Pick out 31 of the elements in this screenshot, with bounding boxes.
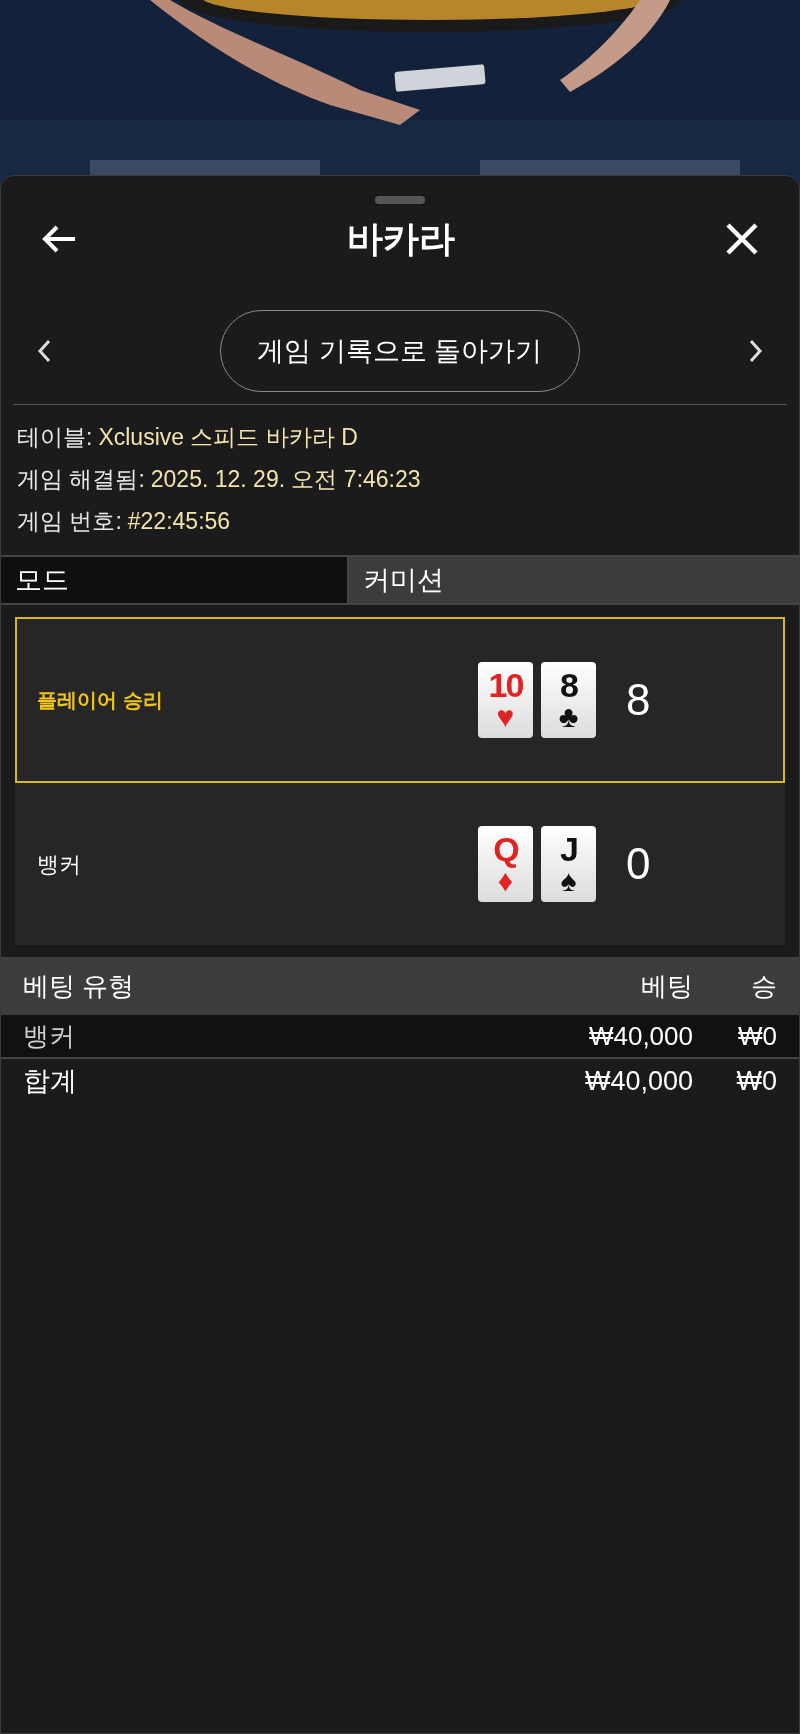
info-value: 2025. 12. 29. 오전 7:46:23 bbox=[150, 465, 421, 493]
column-header: 베팅 bbox=[640, 969, 693, 1003]
table-cell-text: ₩40,000 bbox=[583, 1064, 693, 1098]
close-icon[interactable] bbox=[725, 222, 759, 256]
table-cell-text: ₩40,000 bbox=[587, 1019, 693, 1053]
mode-value: 커미션 bbox=[347, 557, 799, 603]
hand-score: 0 bbox=[626, 838, 651, 890]
info-value: #22:45:56 bbox=[127, 507, 231, 535]
hand-label: 뱅커 bbox=[37, 850, 82, 879]
table-cell-text: ₩0 bbox=[737, 1019, 777, 1053]
playing-card: 8 ♣ bbox=[541, 662, 596, 738]
column-header: 승 bbox=[750, 969, 777, 1003]
mode-label: 모드 bbox=[1, 557, 347, 603]
info-label: 게임 해결됨: bbox=[17, 465, 145, 493]
hand-label: 플레이어 승리 bbox=[37, 688, 164, 713]
info-value: Xclusive 스피드 바카라 D bbox=[98, 423, 358, 451]
playing-card: J ♠ bbox=[541, 826, 596, 902]
table-cell-text: ₩0 bbox=[735, 1064, 777, 1098]
info-label: 게임 번호: bbox=[17, 507, 122, 535]
table-cell-text: 합계 bbox=[23, 1064, 78, 1098]
column-header: 베팅 유형 bbox=[23, 969, 136, 1003]
table-cell-text: 뱅커 bbox=[23, 1019, 76, 1053]
chevron-left-icon[interactable] bbox=[37, 339, 51, 363]
hand-score: 8 bbox=[626, 674, 651, 726]
playing-card: 10 ♥ bbox=[478, 662, 533, 738]
drag-handle[interactable] bbox=[375, 196, 425, 204]
info-label: 테이블: bbox=[17, 423, 93, 451]
chevron-right-icon[interactable] bbox=[749, 339, 763, 363]
sheet-title: 바카라 bbox=[347, 217, 455, 261]
back-arrow-icon[interactable] bbox=[41, 224, 77, 254]
playing-card: Q ♦ bbox=[478, 826, 533, 902]
